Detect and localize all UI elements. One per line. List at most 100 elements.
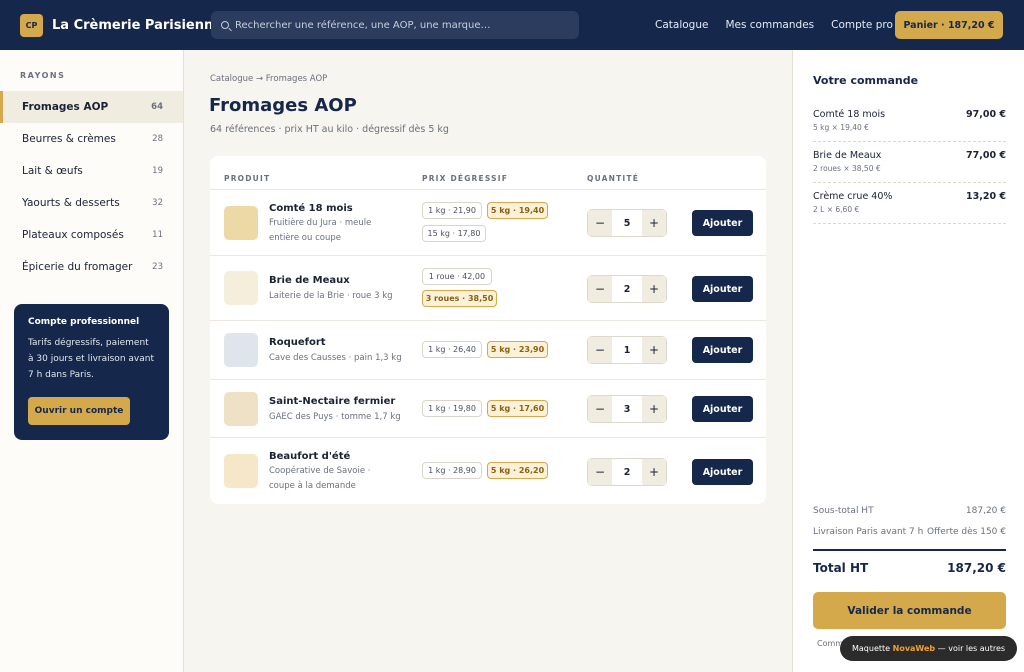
table-row: Brie de Meaux Laiterie de la Brie · roue… [210, 255, 766, 320]
order-line: Comté 18 mois 97,00 € 5 kg × 19,40 € [813, 109, 1006, 142]
order-line-name: Comté 18 mois [813, 109, 886, 120]
order-line-name: Brie de Meaux [813, 150, 882, 161]
sidebar-item-beurres-cremes[interactable]: Beurres & crèmes 28 [0, 123, 183, 155]
add-to-cart-button[interactable]: Ajouter [692, 210, 753, 236]
product-description: Laiterie de la Brie · roue 3 kg [269, 291, 393, 301]
quantity-value[interactable]: 2 [612, 459, 642, 485]
column-header-product: PRODUIT [224, 174, 271, 183]
increase-button[interactable]: + [642, 210, 666, 236]
price-tier: 1 kg · 21,90 [422, 202, 482, 219]
decrease-button[interactable]: − [588, 276, 612, 302]
total-row: Total HT 187,20 € [813, 561, 1006, 575]
maquette-badge[interactable]: Maquette NovaWeb — voir les autres [840, 636, 1018, 661]
subtotal-label: Sous-total HT [813, 506, 874, 516]
order-line-detail: 5 kg × 19,40 € [813, 123, 869, 132]
breadcrumb[interactable]: Catalogue → Fromages AOP [210, 74, 327, 84]
sidebar-title: RAYONS [20, 71, 66, 80]
product-description: Cave des Causses · pain 1,3 kg [269, 353, 402, 363]
table-row: Roquefort Cave des Causses · pain 1,3 kg… [210, 320, 766, 379]
product-thumbnail [224, 392, 258, 426]
product-name[interactable]: Saint-Nectaire fermier [269, 396, 395, 407]
sidebar-item-yaourts-desserts[interactable]: Yaourts & desserts 32 [0, 187, 183, 219]
column-header-qty: QUANTITÉ [587, 174, 640, 183]
product-name[interactable]: Comté 18 mois [269, 203, 353, 214]
add-to-cart-button[interactable]: Ajouter [692, 396, 753, 422]
add-to-cart-button[interactable]: Ajouter [692, 459, 753, 485]
main-nav: Catalogue Mes commandes Compte pro [655, 0, 893, 50]
search-icon [221, 21, 229, 29]
sidebar-item-count: 11 [152, 230, 163, 240]
nav-catalogue[interactable]: Catalogue [655, 19, 708, 31]
product-description: GAEC des Puys · tomme 1,7 kg [269, 412, 401, 422]
add-to-cart-button[interactable]: Ajouter [692, 337, 753, 363]
order-line-price: 97,00 € [966, 109, 1006, 120]
quantity-value[interactable]: 1 [612, 337, 642, 363]
sidebar-item-fromages-aop[interactable]: Fromages AOP 64 [0, 91, 183, 123]
decrease-button[interactable]: − [588, 396, 612, 422]
product-name[interactable]: Brie de Meaux [269, 275, 350, 286]
increase-button[interactable]: + [642, 276, 666, 302]
sidebar-item-lait-oeufs[interactable]: Lait & œufs 19 [0, 155, 183, 187]
sidebar-item-plateaux-composes[interactable]: Plateaux composés 11 [0, 219, 183, 251]
quantity-value[interactable]: 2 [612, 276, 642, 302]
cart-button[interactable]: Panier · 187,20 € [895, 11, 1003, 39]
delivery-row: Livraison Paris avant 7 h Offerte dès 15… [813, 527, 1006, 537]
product-description: Fruitière du Jura · meule entière ou cou… [269, 218, 372, 243]
increase-button[interactable]: + [642, 396, 666, 422]
badge-prefix: Maquette [852, 644, 891, 653]
decrease-button[interactable]: − [588, 459, 612, 485]
order-line-price: 77,00 € [966, 150, 1006, 161]
quantity-stepper: − 1 + [587, 336, 667, 364]
table-row: Saint-Nectaire fermier GAEC des Puys · t… [210, 379, 766, 437]
quantity-stepper: − 3 + [587, 395, 667, 423]
logo-badge[interactable]: CP [20, 13, 43, 37]
delivery-label: Livraison Paris avant 7 h [813, 527, 924, 537]
quantity-stepper: − 2 + [587, 275, 667, 303]
validate-order-button[interactable]: Valider la commande [813, 592, 1006, 629]
order-line-detail: 2 roues × 38,50 € [813, 164, 881, 173]
total-label: Total HT [813, 561, 869, 575]
price-tier-highlight: 3 roues · 38,50 [422, 290, 497, 307]
search-input[interactable] [235, 19, 565, 31]
sidebar-item-label: Lait & œufs [22, 165, 83, 177]
nav-compte-pro[interactable]: Compte pro [831, 19, 893, 31]
category-sidebar: RAYONS Fromages AOP 64 Beurres & crèmes … [0, 50, 184, 672]
increase-button[interactable]: + [642, 459, 666, 485]
pro-card-title: Compte professionnel [28, 317, 140, 327]
increase-button[interactable]: + [642, 337, 666, 363]
open-account-button[interactable]: Ouvrir un compte [28, 397, 130, 425]
sidebar-item-label: Plateaux composés [22, 229, 124, 241]
price-tier-highlight: 5 kg · 26,20 [487, 462, 548, 479]
quantity-value[interactable]: 5 [612, 210, 642, 236]
column-header-price: PRIX DÉGRESSIF [422, 174, 509, 183]
total-value: 187,20 € [947, 561, 1006, 575]
top-header: CP La Crèmerie Parisienne Catalogue Mes … [0, 0, 1024, 50]
product-thumbnail [224, 454, 258, 488]
pro-card-text: Tarifs dégressifs, paiement à 30 jours e… [28, 338, 154, 380]
quantity-value[interactable]: 3 [612, 396, 642, 422]
sidebar-item-epicerie[interactable]: Épicerie du fromager 23 [0, 251, 183, 283]
main-content: Catalogue → Fromages AOP Fromages AOP 64… [184, 50, 792, 672]
price-tier-highlight: 5 kg · 23,90 [487, 341, 548, 358]
sidebar-item-label: Fromages AOP [22, 101, 109, 113]
product-name[interactable]: Beaufort d'été [269, 451, 350, 462]
order-line: Crème crue 40% 13,20 € 2 L × 6,60 € [813, 191, 1006, 224]
sidebar-item-count: 19 [152, 166, 163, 176]
add-to-cart-button[interactable]: Ajouter [692, 276, 753, 302]
order-line-price: 13,20 € [966, 191, 1006, 202]
total-divider [813, 549, 1006, 551]
quantity-stepper: − 2 + [587, 458, 667, 486]
nav-mes-commandes[interactable]: Mes commandes [725, 19, 814, 31]
pro-account-card: Compte professionnel Tarifs dégressifs, … [14, 304, 169, 440]
price-tier: 1 kg · 19,80 [422, 400, 482, 417]
product-table: PRODUIT PRIX DÉGRESSIF QUANTITÉ Comté 18… [210, 156, 766, 504]
decrease-button[interactable]: − [588, 210, 612, 236]
badge-brand: NovaWeb [892, 644, 936, 653]
sidebar-item-label: Épicerie du fromager [22, 261, 133, 273]
decrease-button[interactable]: − [588, 337, 612, 363]
search-bar[interactable] [211, 11, 579, 39]
product-name[interactable]: Roquefort [269, 337, 326, 348]
order-line: Brie de Meaux 77,00 € 2 roues × 38,50 € [813, 150, 1006, 183]
sidebar-item-count: 28 [152, 134, 163, 144]
brand-name[interactable]: La Crèmerie Parisienne [52, 18, 222, 33]
